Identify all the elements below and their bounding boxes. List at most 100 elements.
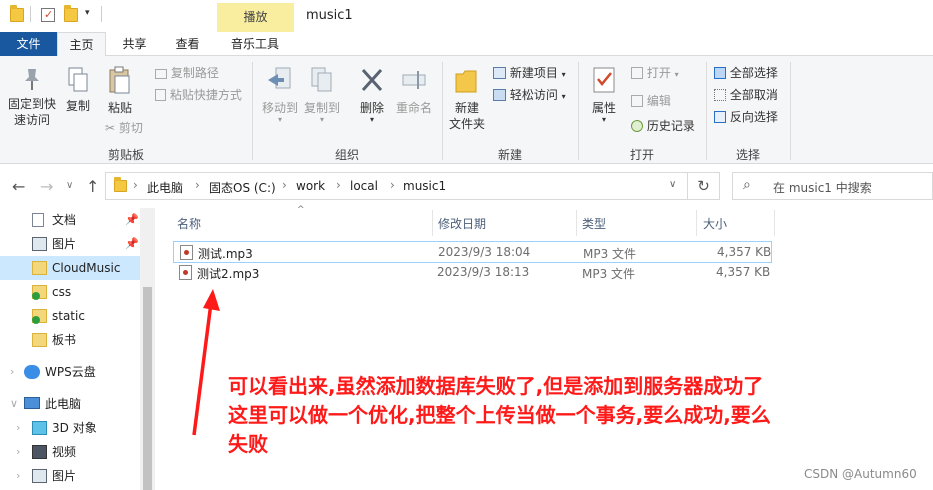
new-item-button[interactable]: 新建项目 ▾ bbox=[493, 65, 566, 83]
column-header-type[interactable]: 类型 bbox=[582, 215, 606, 232]
column-divider[interactable] bbox=[774, 210, 775, 236]
sync-check-icon bbox=[32, 316, 40, 324]
cube-icon bbox=[32, 421, 47, 435]
file-name: 测试.mp3 bbox=[198, 247, 253, 261]
dropdown-arrow-icon: ▾ bbox=[561, 70, 566, 79]
move-to-button[interactable]: 移动到 ▾ bbox=[258, 66, 302, 124]
delete-button[interactable]: 删除 ▾ bbox=[354, 66, 390, 124]
nav-item-3d-objects[interactable]: › 3D 对象 bbox=[0, 416, 140, 440]
copy-button[interactable]: 复制 bbox=[62, 66, 94, 114]
copy-to-icon bbox=[311, 67, 332, 92]
easy-access-button[interactable]: 轻松访问 ▾ bbox=[493, 87, 566, 105]
paste-label: 粘贴 bbox=[107, 101, 132, 115]
column-header-size[interactable]: 大小 bbox=[703, 215, 727, 232]
address-bar[interactable]: › 此电脑 › 固态OS (C:) › work › local › music… bbox=[105, 172, 688, 200]
address-history-icon[interactable]: ∨ bbox=[669, 179, 676, 190]
rename-button[interactable]: 重命名 bbox=[393, 66, 435, 116]
nav-item-documents[interactable]: 文档 📌 bbox=[0, 208, 140, 232]
copy-label: 复制 bbox=[65, 99, 90, 113]
breadcrumb-work[interactable]: work bbox=[296, 179, 325, 193]
nav-item-wps-cloud[interactable]: › WPS云盘 bbox=[0, 360, 140, 384]
delete-label: 删除 bbox=[359, 101, 384, 115]
recent-locations-icon[interactable]: ∨ bbox=[66, 180, 73, 191]
chevron-right-icon: › bbox=[195, 178, 200, 192]
ribbon-tabs: 文件 主页 共享 查看 音乐工具 bbox=[0, 32, 933, 57]
new-folder-quick-icon[interactable] bbox=[64, 5, 78, 22]
film-icon bbox=[32, 445, 47, 459]
cloud-icon bbox=[24, 365, 40, 379]
table-row[interactable]: 测试2.mp3 2023/9/3 18:13 MP3 文件 4,357 KB bbox=[173, 263, 772, 285]
chevron-right-icon: › bbox=[390, 178, 395, 192]
tab-file[interactable]: 文件 bbox=[0, 32, 57, 56]
nav-item-this-pc[interactable]: ∨ 此电脑 bbox=[0, 392, 140, 416]
contextual-tab-play[interactable]: 播放 bbox=[217, 3, 294, 32]
paste-button[interactable]: 粘贴 bbox=[104, 66, 136, 116]
nav-item-pictures[interactable]: 图片 📌 bbox=[0, 232, 140, 256]
breadcrumb-local[interactable]: local bbox=[350, 179, 378, 193]
navigation-pane: 文档 📌 图片 📌 CloudMusic css static 板书 › WPS… bbox=[0, 208, 155, 490]
nav-item-banshu[interactable]: 板书 bbox=[0, 328, 140, 352]
breadcrumb-drive[interactable]: 固态OS (C:) bbox=[209, 179, 276, 196]
column-divider[interactable] bbox=[696, 210, 697, 236]
copy-to-button[interactable]: 复制到 ▾ bbox=[300, 66, 344, 124]
nav-item-videos[interactable]: › 视频 bbox=[0, 440, 140, 464]
paste-shortcut-button[interactable]: 粘贴快捷方式 bbox=[155, 87, 242, 103]
tab-home[interactable]: 主页 bbox=[57, 32, 106, 57]
edit-button[interactable]: 编辑 bbox=[631, 93, 671, 109]
pin-label-2: 速访问 bbox=[13, 113, 50, 127]
tab-share[interactable]: 共享 bbox=[110, 32, 159, 56]
breadcrumb-music1[interactable]: music1 bbox=[403, 179, 446, 193]
file-date: 2023/9/3 18:13 bbox=[437, 265, 530, 279]
nav-scrollbar-thumb[interactable] bbox=[143, 287, 152, 490]
select-all-button[interactable]: 全部选择 bbox=[714, 65, 778, 81]
nav-item-label: 图片 bbox=[52, 469, 77, 483]
nav-item-static[interactable]: static bbox=[0, 304, 140, 328]
back-arrow-icon[interactable]: ← bbox=[12, 177, 25, 196]
invert-selection-button[interactable]: 反向选择 bbox=[714, 109, 778, 125]
nav-item-css[interactable]: css bbox=[0, 280, 140, 304]
open-button[interactable]: 打开 ▾ bbox=[631, 65, 679, 83]
nav-item-label: static bbox=[52, 309, 85, 323]
dropdown-arrow-icon: ▾ bbox=[277, 115, 282, 124]
properties-quick-icon[interactable]: ✓ bbox=[41, 8, 55, 22]
copy-path-button[interactable]: 复制路径 bbox=[155, 65, 219, 81]
nav-item-label: 图片 bbox=[52, 237, 77, 251]
dropdown-arrow-icon: ▾ bbox=[601, 115, 606, 124]
select-none-button[interactable]: 全部取消 bbox=[714, 87, 778, 103]
delete-icon bbox=[361, 68, 383, 92]
select-none-icon bbox=[714, 89, 726, 101]
file-date: 2023/9/3 18:04 bbox=[438, 245, 531, 259]
computer-icon bbox=[24, 397, 40, 409]
tab-music-tools[interactable]: 音乐工具 bbox=[218, 32, 292, 56]
nav-item-pictures-pc[interactable]: › 图片 bbox=[0, 464, 140, 488]
group-label-new: 新建 bbox=[497, 148, 522, 162]
customize-toolbar-icon[interactable]: ▾ bbox=[85, 8, 90, 18]
tab-view[interactable]: 查看 bbox=[163, 32, 212, 56]
folder-icon bbox=[32, 261, 47, 275]
nav-item-label: css bbox=[52, 285, 72, 299]
breadcrumb-this-pc[interactable]: 此电脑 bbox=[147, 179, 183, 196]
properties-button[interactable]: 属性 ▾ bbox=[584, 66, 624, 124]
search-input[interactable]: ⌕ 在 music1 中搜索 bbox=[732, 172, 933, 200]
refresh-icon: ↻ bbox=[697, 177, 710, 195]
pin-quick-access-button[interactable]: 固定到快 速访问 bbox=[4, 66, 60, 128]
chevron-right-icon: › bbox=[133, 178, 138, 192]
title-bar: ✓ ▾ 播放 music1 bbox=[0, 0, 933, 32]
cut-button[interactable]: ✂ 剪切 bbox=[105, 120, 143, 136]
table-row[interactable]: 测试.mp3 2023/9/3 18:04 MP3 文件 4,357 KB bbox=[173, 241, 772, 263]
forward-arrow-icon[interactable]: → bbox=[40, 177, 53, 196]
new-folder-button[interactable]: 新建 文件夹 bbox=[446, 66, 488, 132]
column-divider[interactable] bbox=[432, 210, 433, 236]
folder-icon bbox=[114, 177, 127, 192]
file-size: 4,357 KB bbox=[716, 265, 771, 279]
history-button[interactable]: 历史记录 bbox=[631, 118, 695, 134]
properties-icon bbox=[593, 67, 615, 93]
refresh-button[interactable]: ↻ bbox=[688, 172, 720, 200]
cut-label: 剪切 bbox=[118, 121, 143, 135]
column-header-date[interactable]: 修改日期 bbox=[438, 215, 486, 232]
nav-item-cloudmusic[interactable]: CloudMusic bbox=[0, 256, 140, 280]
invert-selection-label: 反向选择 bbox=[729, 110, 778, 124]
up-arrow-icon[interactable]: ↑ bbox=[86, 177, 99, 196]
column-divider[interactable] bbox=[576, 210, 577, 236]
column-header-name[interactable]: 名称 bbox=[177, 215, 201, 232]
